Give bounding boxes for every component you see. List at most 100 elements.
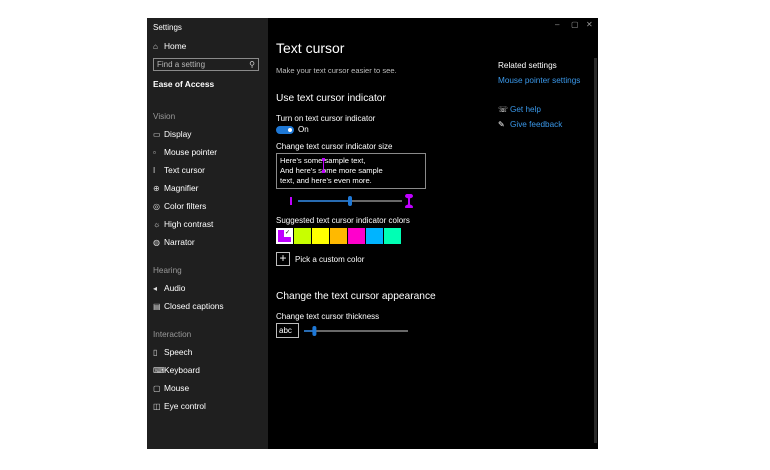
mouse-pointer-settings-link[interactable]: Mouse pointer settings: [498, 76, 580, 85]
sidebar-item-text-cursor[interactable]: I Text cursor: [153, 163, 205, 177]
text-cursor-indicator: [322, 158, 325, 173]
page-title: Text cursor: [276, 40, 345, 56]
color-swatch[interactable]: [384, 228, 401, 244]
maximize-button[interactable]: ▢: [571, 20, 579, 29]
sidebar-item-magnifier[interactable]: ⊕ Magnifier: [153, 181, 198, 195]
sample-line: Here's some sample text,: [280, 156, 366, 165]
closed-captions-icon: ▤: [153, 301, 161, 311]
sample-text-box: Here's some sample text, And here's some…: [276, 153, 426, 189]
speech-icon: ▯: [153, 347, 158, 357]
indicator-heading: Use text cursor indicator: [276, 93, 386, 104]
section-title-hearing: Hearing: [153, 266, 182, 275]
home-icon: ⌂: [153, 41, 158, 51]
category-title: Ease of Access: [153, 79, 215, 89]
sidebar-item-label: Narrator: [164, 237, 195, 247]
sidebar-item-label: Mouse: [164, 383, 190, 393]
sidebar-item-audio[interactable]: ◂ Audio: [153, 281, 185, 295]
display-icon: ▭: [153, 129, 161, 139]
keyboard-icon: ⌨: [153, 365, 165, 375]
settings-window: Settings ⌂ Home ⚲ Ease of Access Vision …: [147, 18, 598, 449]
text-cursor-icon: I: [153, 165, 156, 175]
sidebar-item-label: Color filters: [164, 201, 207, 211]
slider-thumb: [348, 196, 352, 206]
checkmark-icon: ✓: [284, 230, 291, 237]
mouse-icon: ▢: [153, 383, 161, 393]
color-swatch[interactable]: [312, 228, 329, 244]
indicator-size-slider[interactable]: [290, 194, 420, 208]
sidebar-item-label: Text cursor: [164, 165, 205, 175]
get-help-link[interactable]: ☏ Get help: [498, 105, 541, 114]
colors-label: Suggested text cursor indicator colors: [276, 216, 410, 225]
close-button[interactable]: ✕: [586, 20, 593, 29]
color-swatches: ✓: [276, 228, 402, 244]
color-swatch[interactable]: [330, 228, 347, 244]
sidebar-item-color-filters[interactable]: ◎ Color filters: [153, 199, 206, 213]
magnifier-icon: ⊕: [153, 183, 160, 193]
minimize-button[interactable]: –: [555, 20, 559, 29]
main-content: – ▢ ✕ Text cursor Make your text cursor …: [268, 18, 598, 449]
sidebar: Settings ⌂ Home ⚲ Ease of Access Vision …: [147, 18, 268, 449]
sidebar-item-keyboard[interactable]: ⌨ Keyboard: [153, 363, 200, 377]
give-feedback-link[interactable]: ✎ Give feedback: [498, 120, 562, 129]
color-swatch[interactable]: [294, 228, 311, 244]
color-swatch[interactable]: [366, 228, 383, 244]
sidebar-item-label: Keyboard: [164, 365, 200, 375]
sidebar-item-mouse-pointer[interactable]: ▫ Mouse pointer: [153, 145, 217, 159]
give-feedback-label: Give feedback: [510, 120, 563, 129]
related-settings-title: Related settings: [498, 61, 557, 70]
eye-control-icon: ◫: [153, 401, 161, 411]
sidebar-item-label: Audio: [164, 283, 186, 293]
narrator-icon: ◍: [153, 237, 160, 247]
search-box[interactable]: ⚲: [153, 58, 259, 71]
mouse-pointer-icon: ▫: [153, 147, 156, 157]
size-label: Change text cursor indicator size: [276, 142, 393, 151]
large-size-icon: [405, 194, 413, 208]
color-swatch[interactable]: [348, 228, 365, 244]
sidebar-item-high-contrast[interactable]: ☼ High contrast: [153, 217, 213, 231]
custom-color-label: Pick a custom color: [295, 254, 365, 264]
app-title: Settings: [153, 23, 182, 32]
section-title-vision: Vision: [153, 112, 176, 121]
sidebar-item-home[interactable]: ⌂ Home: [153, 39, 186, 53]
sidebar-item-eye-control[interactable]: ◫ Eye control: [153, 399, 206, 413]
plus-icon: +: [276, 252, 290, 266]
sidebar-item-label: Mouse pointer: [164, 147, 218, 157]
page-subtitle: Make your text cursor easier to see.: [276, 66, 397, 75]
sidebar-item-label: Display: [164, 129, 192, 139]
high-contrast-icon: ☼: [153, 219, 161, 229]
sidebar-item-closed-captions[interactable]: ▤ Closed captions: [153, 299, 224, 313]
indicator-toggle[interactable]: [276, 126, 294, 134]
search-icon[interactable]: ⚲: [249, 60, 255, 69]
get-help-icon: ☏: [498, 105, 509, 114]
toggle-label: Turn on text cursor indicator: [276, 114, 376, 123]
color-filters-icon: ◎: [153, 201, 160, 211]
thickness-preview: abc: [276, 323, 299, 338]
get-help-label: Get help: [510, 105, 541, 114]
give-feedback-icon: ✎: [498, 120, 505, 129]
search-input[interactable]: [154, 60, 245, 69]
sidebar-item-narrator[interactable]: ◍ Narrator: [153, 235, 195, 249]
thickness-slider[interactable]: [304, 324, 410, 338]
appearance-heading: Change the text cursor appearance: [276, 291, 436, 302]
sample-line: And here's some more sample: [280, 166, 383, 175]
small-size-icon: [290, 197, 292, 205]
sidebar-item-display[interactable]: ▭ Display: [153, 127, 191, 141]
slider-thumb: [312, 326, 317, 336]
toggle-knob: [288, 128, 292, 132]
audio-icon: ◂: [153, 283, 158, 293]
pick-custom-color-button[interactable]: + Pick a custom color: [276, 252, 364, 266]
sidebar-item-label: Closed captions: [164, 301, 224, 311]
sidebar-item-label: High contrast: [164, 219, 214, 229]
sidebar-item-label: Eye control: [164, 401, 206, 411]
sample-line: text, and here's even more.: [280, 176, 372, 185]
sidebar-item-speech[interactable]: ▯ Speech: [153, 345, 192, 359]
sidebar-item-label: Speech: [164, 347, 193, 357]
sidebar-item-mouse[interactable]: ▢ Mouse: [153, 381, 189, 395]
sidebar-item-label: Home: [164, 41, 187, 51]
section-title-interaction: Interaction: [153, 330, 192, 339]
sidebar-item-label: Magnifier: [164, 183, 199, 193]
toggle-state: On: [298, 125, 309, 134]
color-swatch[interactable]: ✓: [276, 228, 293, 244]
thickness-label: Change text cursor thickness: [276, 312, 380, 321]
scrollbar[interactable]: [594, 58, 597, 443]
